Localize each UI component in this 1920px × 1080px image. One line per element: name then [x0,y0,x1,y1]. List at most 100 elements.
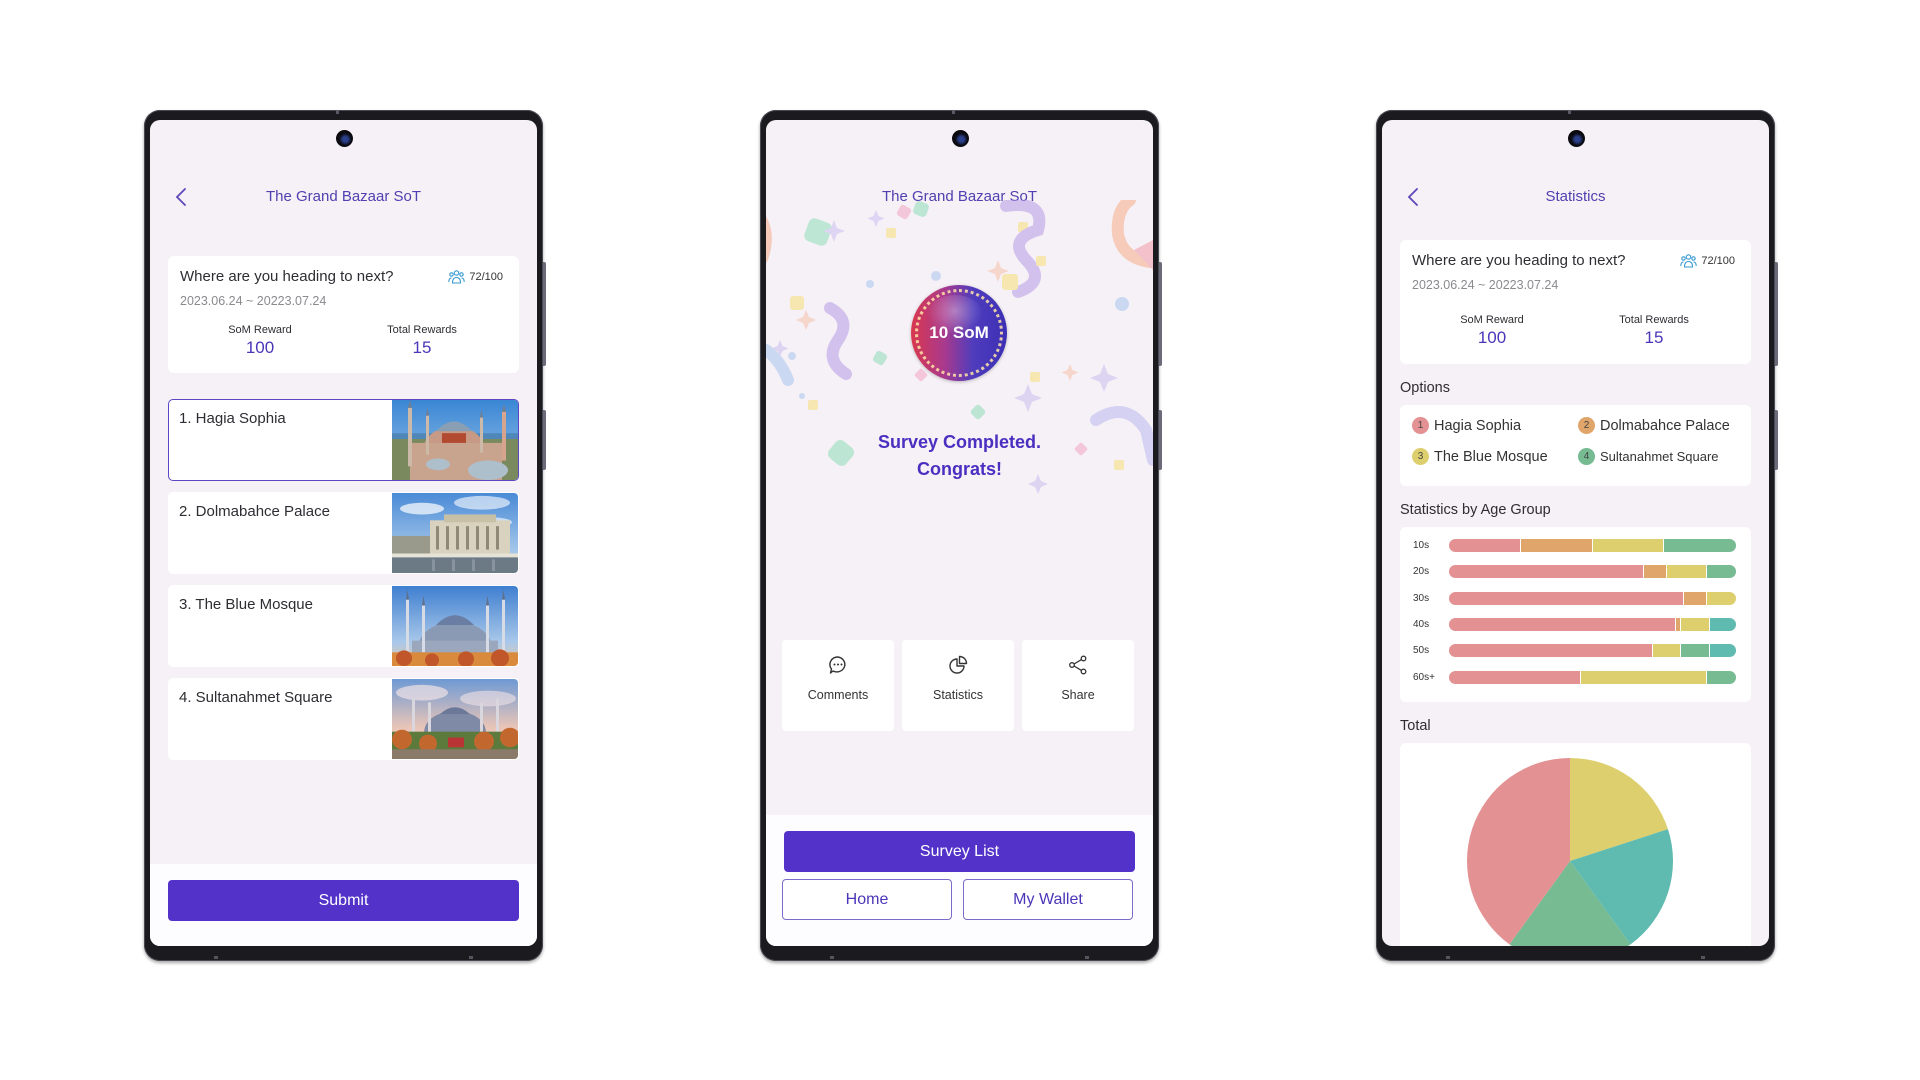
survey-summary-card: Where are you heading to next? 2023.06.2… [168,256,519,373]
home-button[interactable]: Home [782,879,952,920]
participants-value: 72/100 [1701,255,1735,267]
bar-segment-option_3 [1592,539,1665,552]
bezel-mark [1701,956,1705,959]
options-heading: Options [1400,380,1450,396]
bar-segment-option_5 [1710,644,1736,658]
page-title: Statistics [1545,188,1606,205]
bar-segment-option_3 [1707,591,1736,605]
legend-dot: 4 [1578,448,1595,465]
age-row-20s: 20s [1400,565,1751,579]
power-button [1159,410,1162,470]
option-blue-mosque[interactable]: 3. The Blue Mosque [168,585,519,667]
power-button [543,410,546,470]
legend-dot: 3 [1412,448,1429,465]
comment-icon [829,656,846,674]
legend-item: 4 Sultanahmet Square [1578,448,1719,465]
phone-statistics: Statistics Where are you heading to next… [1376,110,1778,961]
option-dolmabahce-palace[interactable]: 2. Dolmabahce Palace [168,492,519,574]
legend-item: 1 Hagia Sophia [1412,417,1521,434]
camera-icon [1567,130,1585,147]
age-row-10s: 10s [1400,539,1751,552]
survey-dates: 2023.06.24 ~ 20223.07.24 [180,294,327,308]
age-label: 10s [1413,540,1430,551]
stacked-bar [1449,565,1736,579]
comments-button[interactable]: Comments [782,640,894,731]
bar-segment-option_1 [1449,591,1685,605]
bar-segment-option_5 [1710,617,1736,631]
total-rewards-value: 15 [412,338,432,357]
bar-segment-option_4 [1707,670,1736,684]
bezel-mark [830,956,834,959]
bar-segment-option_3 [1581,670,1708,684]
legend-dot: 2 [1578,417,1595,434]
legend-label: The Blue Mosque [1434,448,1548,465]
option-hagia-sophia[interactable]: 1. Hagia Sophia [168,399,519,481]
blue-mosque-photo [392,586,518,666]
total-heading: Total [1400,718,1431,734]
comments-label: Comments [807,688,869,702]
option-label: 1. Hagia Sophia [179,410,286,427]
age-row-60splus: 60s+ [1400,670,1751,684]
bar-segment-option_1 [1449,644,1653,658]
bar-segment-option_4 [1707,565,1736,579]
bar-segment-option_1 [1449,617,1676,631]
people-icon [1680,254,1698,268]
age-group-chart: 10s 20s 30s 40s 50s 60s+ [1400,527,1751,702]
option-label: 2. Dolmabahce Palace [179,503,330,520]
pie-chart [1467,758,1673,946]
survey-question: Where are you heading to next? [1412,252,1626,269]
people-icon [448,270,466,284]
som-reward-value: 100 [245,338,275,357]
legend-dot: 1 [1412,417,1429,434]
reward-coin-badge: 10 SoM [911,285,1007,381]
total-rewards: Total Rewards 15 [362,324,482,358]
legend-item: 3 The Blue Mosque [1412,448,1548,465]
survey-summary-card: Where are you heading to next? 2023.06.2… [1400,240,1751,364]
phone-survey-completed: The Grand Bazaar SoT 10 SoM Survey Compl… [760,110,1162,961]
total-pie-chart [1400,743,1751,946]
stacked-bar [1449,670,1736,684]
survey-question: Where are you heading to next? [180,268,394,285]
power-button [1775,410,1778,470]
bezel-mark [1085,956,1089,959]
total-rewards: Total Rewards 15 [1594,314,1714,348]
total-rewards-value: 15 [1644,328,1664,347]
camera-icon [335,130,353,147]
total-rewards-label: Total Rewards [387,324,457,336]
bar-segment-option_2 [1684,591,1708,605]
age-label: 20s [1413,566,1430,578]
legend-label: Dolmabahce Palace [1600,417,1730,434]
option-label: 3. The Blue Mosque [179,596,313,613]
share-button[interactable]: Share [1022,640,1134,731]
congrats-message: Congrats! [917,459,1002,479]
age-label: 30s [1413,592,1430,604]
legend-label: Hagia Sophia [1434,417,1522,434]
som-reward-label: SoM Reward [1460,314,1524,326]
total-rewards-label: Total Rewards [1619,314,1689,326]
stacked-bar [1449,591,1736,605]
completion-message: Survey Completed. [877,432,1042,452]
volume-button [543,262,546,366]
submit-button[interactable]: Submit [168,880,519,921]
screen: The Grand Bazaar SoT Where are you headi… [150,120,537,946]
stacked-bar [1449,644,1736,658]
option-label: 4. Sultanahmet Square [179,689,333,706]
bar-segment-option_2 [1644,565,1668,579]
phone-survey-options: The Grand Bazaar SoT Where are you headi… [144,110,546,961]
my-wallet-button[interactable]: My Wallet [963,879,1133,920]
camera-icon [951,130,969,147]
bar-segment-option_3 [1652,644,1682,658]
volume-button [1159,262,1162,366]
age-row-40s: 40s [1400,617,1751,631]
bezel-mark [1446,956,1450,959]
bezel-mark [214,956,218,959]
bottom-action-bar: Submit [150,864,537,946]
stacked-bar [1449,539,1736,552]
volume-button [1775,262,1778,366]
survey-list-button[interactable]: Survey List [784,831,1135,872]
som-reward: SoM Reward 100 [200,324,320,358]
statistics-button[interactable]: Statistics [902,640,1014,731]
dolmabahce-palace-photo [392,493,518,573]
bezel-mark [469,956,473,959]
option-sultanahmet-square[interactable]: 4. Sultanahmet Square [168,678,519,760]
